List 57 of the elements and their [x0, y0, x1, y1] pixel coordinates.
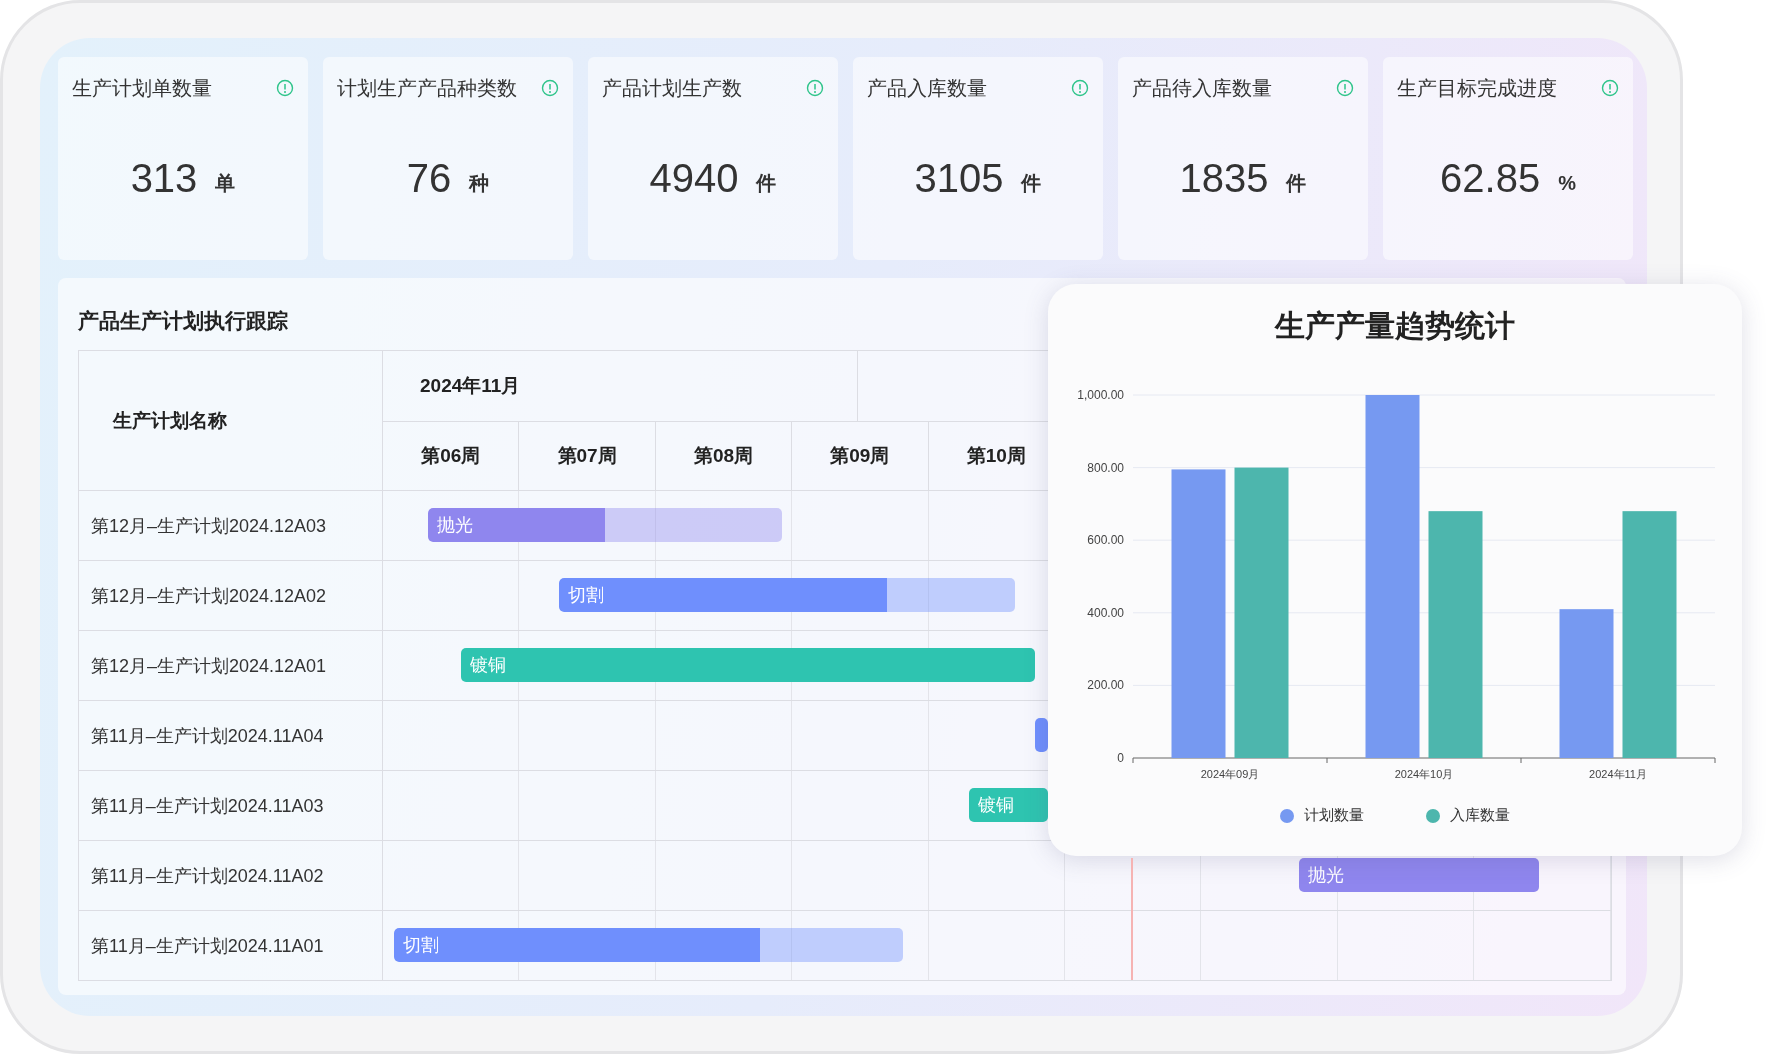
task-bar[interactable]: 镀铜 [969, 788, 1048, 822]
panel-title: 产品生产计划执行跟踪 [78, 308, 288, 334]
info-icon[interactable] [1071, 79, 1089, 97]
y-tick-label: 600.00 [1087, 533, 1124, 548]
plan-name: 第11月–生产计划2024.11A01 [79, 911, 383, 980]
y-tick-label: 400.00 [1087, 605, 1124, 620]
stat-unit: 件 [1021, 171, 1042, 196]
card-title: 产品计划生产数 [602, 75, 742, 101]
plan-name: 第12月–生产计划2024.12A01 [79, 631, 383, 700]
task-bar[interactable]: 抛光 [428, 508, 782, 542]
plan-name: 第11月–生产计划2024.11A02 [79, 841, 383, 910]
stat-value: 3105 [914, 156, 1004, 201]
stat-value: 313 [130, 156, 198, 201]
info-icon[interactable] [1336, 79, 1354, 97]
y-tick-label: 1,000.00 [1077, 388, 1124, 402]
stat-unit: 单 [215, 171, 236, 196]
plan-name: 第12月–生产计划2024.12A03 [79, 491, 383, 560]
stat-unit: 件 [1286, 171, 1307, 196]
x-tick-label: 2024年10月 [1394, 768, 1454, 780]
x-tick-label: 2024年11月 [1589, 768, 1647, 780]
stat-value: 76 [406, 156, 452, 201]
x-tick-label: 2024年09月 [1200, 768, 1260, 780]
card-title: 生产计划单数量 [72, 75, 212, 101]
task-bar[interactable]: 镀铜 [461, 648, 1035, 682]
week-header: 第06周 [383, 422, 520, 490]
chart-title: 生产产量趋势统计 [1275, 308, 1515, 344]
info-icon[interactable] [1601, 79, 1619, 97]
plan-name: 第11月–生产计划2024.11A04 [79, 701, 383, 770]
info-icon[interactable] [276, 79, 294, 97]
month-header: 2024年11月 [383, 351, 858, 421]
plan-name: 第12月–生产计划2024.12A02 [79, 561, 383, 630]
task-bar[interactable]: 切割 [559, 578, 1015, 612]
plan-name: 第11月–生产计划2024.11A03 [79, 771, 383, 840]
week-header: 第08周 [655, 422, 793, 490]
legend-label[interactable]: 入库数量 [1450, 806, 1510, 825]
stat-unit: 种 [469, 171, 490, 196]
y-tick-label: 800.00 [1087, 460, 1124, 475]
info-icon[interactable] [806, 79, 824, 97]
task-bar[interactable] [1035, 718, 1048, 752]
week-header: 第07周 [519, 422, 656, 490]
column-header: 生产计划名称 [79, 351, 383, 490]
stat-value: 62.85 [1440, 156, 1541, 201]
y-tick-label: 200.00 [1087, 678, 1124, 693]
card-title: 产品待入库数量 [1132, 75, 1272, 101]
stat-value: 4940 [649, 156, 739, 201]
legend-label[interactable]: 计划数量 [1304, 806, 1364, 825]
stat-value: 1835 [1179, 156, 1269, 201]
stat-unit: % [1558, 172, 1576, 195]
card-title: 生产目标完成进度 [1397, 75, 1557, 101]
card-title: 计划生产产品种类数 [337, 75, 517, 101]
stat-unit: 件 [756, 171, 777, 196]
week-header: 第09周 [792, 422, 929, 490]
y-tick-label: 0 [1117, 751, 1124, 765]
card-title: 产品入库数量 [867, 75, 987, 101]
task-bar[interactable]: 切割 [394, 928, 903, 962]
info-icon[interactable] [541, 79, 559, 97]
task-bar[interactable]: 抛光 [1299, 858, 1539, 892]
